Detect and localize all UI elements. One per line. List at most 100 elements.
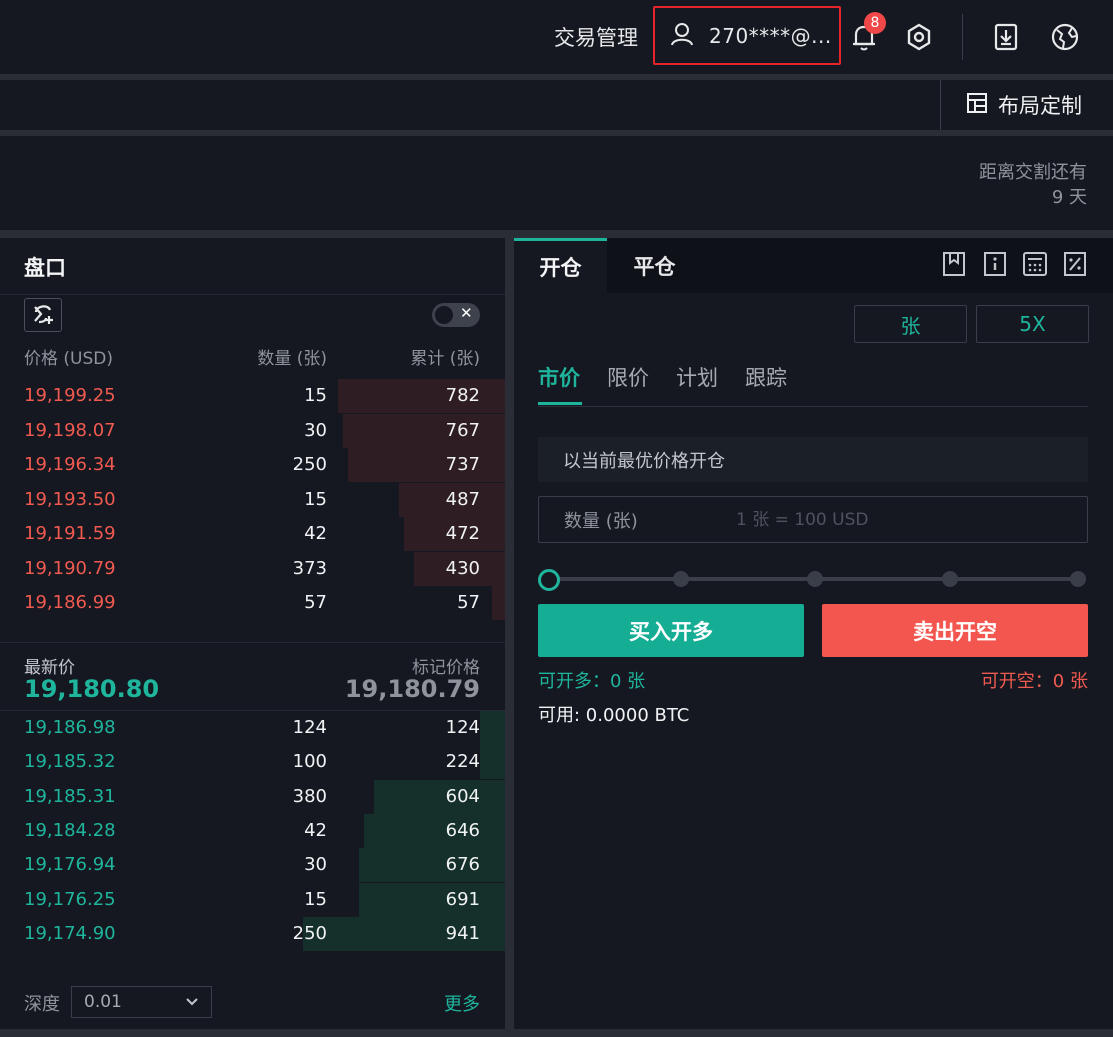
orderbook-title: 盘口	[24, 256, 66, 280]
bid-cum: 676	[445, 854, 480, 876]
notification-badge: 8	[864, 12, 886, 34]
toggle-knob	[435, 306, 453, 324]
bid-qty: 15	[304, 888, 327, 910]
available-long: 可开多：0 张	[538, 671, 646, 692]
orderbook-header-divider	[0, 294, 505, 295]
ask-row[interactable]: 19,196.34 250 737	[0, 448, 505, 482]
ask-qty: 15	[304, 385, 327, 406]
sub-toolbar	[0, 80, 1113, 130]
quantity-label: 数量 (张)	[564, 510, 638, 532]
layout-icon	[966, 92, 988, 119]
ask-row[interactable]: 19,190.79 373 430	[0, 551, 505, 586]
bid-depth-bar	[479, 711, 505, 745]
bid-row[interactable]: 19,176.94 30 676	[0, 848, 505, 883]
orderbook-merge-toggle[interactable]: ✕	[432, 303, 480, 327]
bid-price: 19,185.32	[24, 751, 116, 773]
order-type-trigger[interactable]: 计划	[676, 362, 718, 392]
bid-cum: 691	[445, 888, 480, 910]
order-type-active-indicator	[538, 402, 582, 405]
ask-row[interactable]: 19,199.25 15 782	[0, 379, 505, 413]
tab-close-position[interactable]: 平仓	[607, 238, 702, 293]
bid-cum: 941	[445, 922, 480, 944]
layout-customize-button[interactable]: 布局定制	[966, 80, 1082, 130]
order-type-trailing[interactable]: 跟踪	[745, 362, 787, 392]
bid-price: 19,185.31	[24, 785, 116, 807]
bid-qty: 30	[304, 854, 327, 876]
quantity-slider-handle[interactable]	[538, 569, 560, 591]
ask-row[interactable]: 19,198.07 30 767	[0, 413, 505, 448]
ask-cum: 430	[445, 557, 480, 579]
bid-row[interactable]: 19,186.98 124 124	[0, 711, 505, 745]
user-account-menu[interactable]: 270****@...	[653, 6, 841, 65]
quantity-input[interactable]	[736, 509, 1036, 530]
slider-step-100[interactable]	[1070, 571, 1086, 587]
download-icon[interactable]	[992, 22, 1020, 52]
globe-icon[interactable]	[1050, 22, 1080, 52]
tab-open-position[interactable]: 开仓	[514, 238, 607, 293]
ask-depth-bar	[492, 586, 505, 620]
ask-cum: 767	[445, 419, 480, 441]
quantity-field[interactable]: 数量 (张)	[538, 496, 1088, 543]
ask-price: 19,186.99	[24, 592, 116, 613]
ask-price: 19,190.79	[24, 557, 116, 579]
bid-qty: 42	[304, 819, 327, 841]
header-divider	[962, 14, 963, 60]
calculator-icon[interactable]	[1022, 251, 1048, 277]
delivery-countdown: 距离交割还有 9 天	[979, 160, 1087, 210]
info-icon[interactable]	[982, 251, 1008, 277]
chevron-down-icon	[185, 992, 199, 1012]
slider-step-25[interactable]	[673, 571, 689, 587]
orderbook-view-toggle-button[interactable]	[24, 298, 62, 332]
user-email: 270****@...	[709, 23, 832, 48]
bid-qty: 380	[292, 785, 327, 807]
leverage-button[interactable]: 5X	[976, 305, 1089, 343]
bid-qty: 100	[292, 751, 327, 773]
bid-price: 19,176.94	[24, 854, 116, 876]
depth-precision-select[interactable]: 0.01	[71, 986, 212, 1018]
slider-step-50[interactable]	[807, 571, 823, 587]
ask-depth-bar	[343, 413, 505, 448]
delivery-countdown-days: 9 天	[1051, 187, 1087, 208]
ask-cum: 57	[457, 592, 480, 613]
bid-row[interactable]: 19,185.32 100 224	[0, 745, 505, 780]
unit-select-button[interactable]: 张	[854, 305, 967, 343]
bid-depth-bar	[373, 779, 505, 814]
bid-row[interactable]: 19,176.25 15 691	[0, 882, 505, 917]
ask-price: 19,198.07	[24, 419, 116, 441]
ask-cum: 782	[445, 385, 480, 406]
bid-cum: 124	[445, 717, 480, 738]
bid-qty: 124	[292, 717, 327, 738]
trade-panel: 开仓 平仓 张 5X 市价 限价 计划 跟踪 以当前最优价格开仓 数量 (张) …	[514, 238, 1113, 1029]
sell-short-button[interactable]: 卖出开空	[822, 604, 1088, 657]
last-price-value: 19,180.80	[24, 675, 160, 703]
bid-qty: 250	[292, 922, 327, 944]
bookmark-icon[interactable]	[941, 251, 967, 277]
ask-qty: 373	[292, 557, 327, 579]
ask-row[interactable]: 19,193.50 15 487	[0, 482, 505, 517]
bid-price: 19,186.98	[24, 717, 116, 738]
ask-price: 19,199.25	[24, 385, 116, 406]
bid-row[interactable]: 19,184.28 42 646	[0, 813, 505, 848]
order-type-market[interactable]: 市价	[538, 362, 580, 392]
bid-depth-bar	[363, 813, 505, 848]
available-short: 可开空：0 张	[980, 671, 1088, 692]
bid-row[interactable]: 19,185.31 380 604	[0, 779, 505, 814]
ask-row[interactable]: 19,186.99 57 57	[0, 586, 505, 620]
orderbook-more-link[interactable]: 更多	[444, 990, 480, 1016]
bid-depth-bar	[358, 882, 505, 917]
ask-row[interactable]: 19,191.59 42 472	[0, 517, 505, 551]
ask-depth-bar	[348, 448, 505, 482]
bid-depth-bar	[358, 848, 505, 883]
slider-step-75[interactable]	[942, 571, 958, 587]
ask-price: 19,196.34	[24, 454, 116, 475]
order-type-limit[interactable]: 限价	[607, 362, 649, 392]
bid-row[interactable]: 19,174.90 250 941	[0, 916, 505, 951]
ask-qty: 15	[304, 488, 327, 510]
percent-icon[interactable]	[1062, 251, 1088, 277]
buy-long-button[interactable]: 买入开多	[538, 604, 804, 657]
ask-depth-bar	[338, 379, 505, 413]
ask-qty: 57	[304, 592, 327, 613]
settings-hex-icon[interactable]	[905, 22, 933, 52]
user-icon	[669, 21, 695, 51]
trade-management-link[interactable]: 交易管理	[554, 22, 638, 52]
